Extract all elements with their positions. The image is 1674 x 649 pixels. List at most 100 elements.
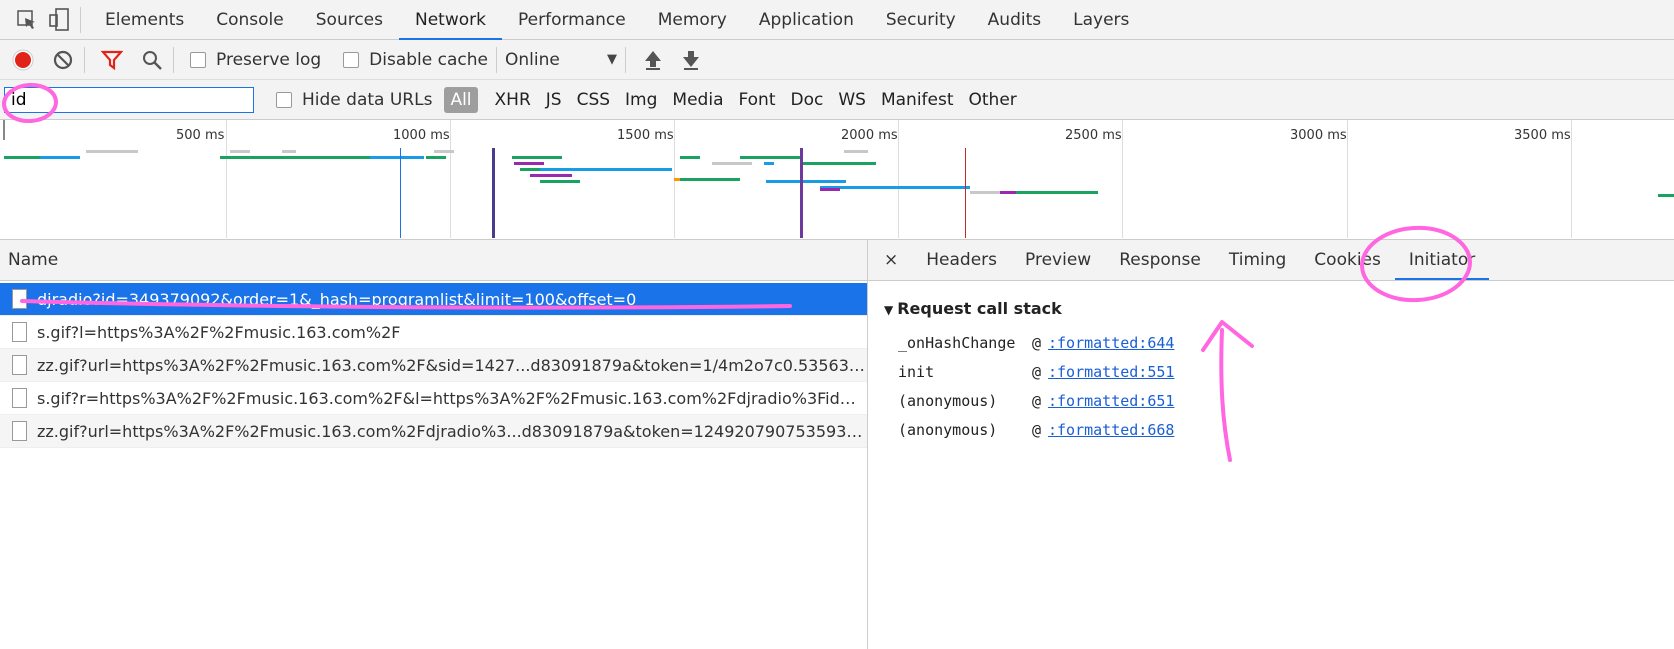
frame-at: @ (1032, 333, 1042, 352)
tab-response[interactable]: Response (1105, 240, 1215, 280)
request-name: zz.gif?url=https%3A%2F%2Fmusic.163.com%2… (37, 421, 867, 441)
tab-timing[interactable]: Timing (1215, 240, 1300, 280)
close-icon[interactable]: × (868, 250, 912, 270)
frame-location-link[interactable]: :formatted:668 (1048, 421, 1174, 439)
waterfall-bar (740, 156, 800, 159)
waterfall-bar (1658, 194, 1674, 197)
waterfall-bar (370, 156, 424, 159)
filter-font[interactable]: Font (732, 87, 781, 113)
filter-js[interactable]: JS (540, 87, 568, 113)
load-event-marker (800, 148, 803, 238)
filter-doc[interactable]: Doc (785, 87, 830, 113)
tick-label: 1500 ms (617, 128, 674, 143)
waterfall-bar (800, 162, 876, 165)
stack-frame: init @ :formatted:551 (898, 357, 1674, 386)
waterfall-bar (1016, 191, 1098, 194)
filter-manifest[interactable]: Manifest (875, 87, 960, 113)
import-har-icon[interactable] (640, 47, 666, 73)
toolbar-separator (173, 46, 174, 73)
tab-console[interactable]: Console (200, 0, 300, 40)
overview-start-handle[interactable] (3, 120, 5, 140)
tab-elements[interactable]: Elements (89, 0, 200, 40)
filter-other[interactable]: Other (963, 87, 1023, 113)
frame-location-link[interactable]: :formatted:551 (1048, 363, 1174, 381)
tab-sources[interactable]: Sources (300, 0, 399, 40)
tick-label: 2500 ms (1065, 128, 1122, 143)
grid-line (898, 120, 899, 238)
request-row[interactable]: djradio?id=349379092&order=1&_hash=progr… (0, 283, 867, 316)
waterfall-bar (282, 150, 296, 153)
inspect-element-icon[interactable] (14, 7, 40, 33)
filter-all[interactable]: All (444, 86, 478, 113)
tab-performance[interactable]: Performance (502, 0, 642, 40)
hide-data-urls-checkbox[interactable]: Hide data URLs (276, 90, 432, 110)
request-list: Name djradio?id=349379092&order=1&_hash=… (0, 240, 868, 649)
throttling-select[interactable]: Online ▼ (505, 50, 617, 70)
tab-initiator[interactable]: Initiator (1394, 240, 1490, 280)
waterfall-bar (230, 150, 250, 153)
waterfall-bar (820, 186, 970, 189)
request-row[interactable]: zz.gif?url=https%3A%2F%2Fmusic.163.com%2… (0, 349, 867, 382)
checkbox-box[interactable] (190, 51, 206, 68)
record-icon[interactable] (10, 47, 36, 73)
tab-preview[interactable]: Preview (1011, 240, 1105, 280)
devtools-tabbar: Elements Console Sources Network Perform… (0, 0, 1674, 40)
checkbox-box[interactable] (276, 91, 292, 108)
dom-content-loaded-marker (400, 148, 401, 238)
request-row[interactable]: s.gif?l=https%3A%2F%2Fmusic.163.com%2F (0, 316, 867, 349)
filter-bar: Hide data URLs All XHR JS CSS Img Media … (0, 80, 1674, 120)
frame-function: (anonymous) (898, 420, 998, 439)
tab-cookies[interactable]: Cookies (1300, 240, 1395, 280)
filter-img[interactable]: Img (619, 87, 663, 113)
details-tabbar: × Headers Preview Response Timing Cookie… (868, 240, 1674, 281)
tab-audits[interactable]: Audits (972, 0, 1057, 40)
filter-input[interactable] (4, 86, 254, 113)
document-icon (12, 355, 27, 375)
waterfall-bar (426, 156, 446, 159)
tab-headers[interactable]: Headers (912, 240, 1011, 280)
frame-at: @ (1032, 391, 1042, 410)
tick-label: 500 ms (176, 128, 225, 143)
device-toolbar-icon[interactable] (46, 7, 72, 33)
disable-cache-checkbox[interactable]: Disable cache (343, 50, 488, 70)
tab-network[interactable]: Network (399, 0, 502, 40)
frame-function: _onHashChange (898, 333, 1016, 352)
checkbox-box[interactable] (343, 51, 360, 68)
clear-icon[interactable] (50, 47, 76, 73)
frame-location-link[interactable]: :formatted:651 (1048, 392, 1174, 410)
frame-location-link[interactable]: :formatted:644 (1048, 334, 1174, 352)
filter-icon[interactable] (99, 47, 125, 73)
document-icon (12, 322, 27, 342)
waterfall-bar (86, 150, 138, 153)
filter-xhr[interactable]: XHR (489, 87, 537, 113)
tab-security[interactable]: Security (870, 0, 972, 40)
waterfall-bar (1000, 191, 1016, 194)
preserve-log-label: Preserve log (216, 49, 322, 70)
search-icon[interactable] (139, 47, 165, 73)
tick-label: 3500 ms (1514, 128, 1571, 143)
request-name: s.gif?l=https%3A%2F%2Fmusic.163.com%2F (37, 322, 401, 342)
network-overview-timeline[interactable]: 500 ms 1000 ms 1500 ms 2000 ms 2500 ms 3… (0, 120, 1674, 240)
chevron-down-icon: ▼ (606, 52, 617, 67)
throttling-value: Online (504, 49, 560, 70)
disable-cache-label: Disable cache (369, 49, 488, 70)
hide-data-urls-label: Hide data URLs (302, 89, 433, 110)
filter-media[interactable]: Media (666, 87, 729, 113)
request-row[interactable]: zz.gif?url=https%3A%2F%2Fmusic.163.com%2… (0, 415, 867, 448)
filter-ws[interactable]: WS (832, 87, 872, 113)
tab-memory[interactable]: Memory (642, 0, 743, 40)
request-row[interactable]: s.gif?r=https%3A%2F%2Fmusic.163.com%2F&l… (0, 382, 867, 415)
filter-css[interactable]: CSS (571, 87, 616, 113)
tab-layers[interactable]: Layers (1057, 0, 1145, 40)
export-har-icon[interactable] (678, 47, 704, 73)
waterfall-bar (680, 178, 740, 181)
document-icon (12, 289, 27, 309)
request-call-stack-header[interactable]: ▼ Request call stack (884, 299, 1674, 318)
request-details-panel: × Headers Preview Response Timing Cookie… (868, 240, 1674, 649)
waterfall-bar (766, 180, 846, 183)
preserve-log-checkbox[interactable]: Preserve log (190, 50, 321, 70)
name-column-header[interactable]: Name (0, 240, 867, 281)
grid-line (226, 120, 227, 238)
frame-at: @ (1032, 362, 1042, 381)
tab-application[interactable]: Application (743, 0, 870, 40)
